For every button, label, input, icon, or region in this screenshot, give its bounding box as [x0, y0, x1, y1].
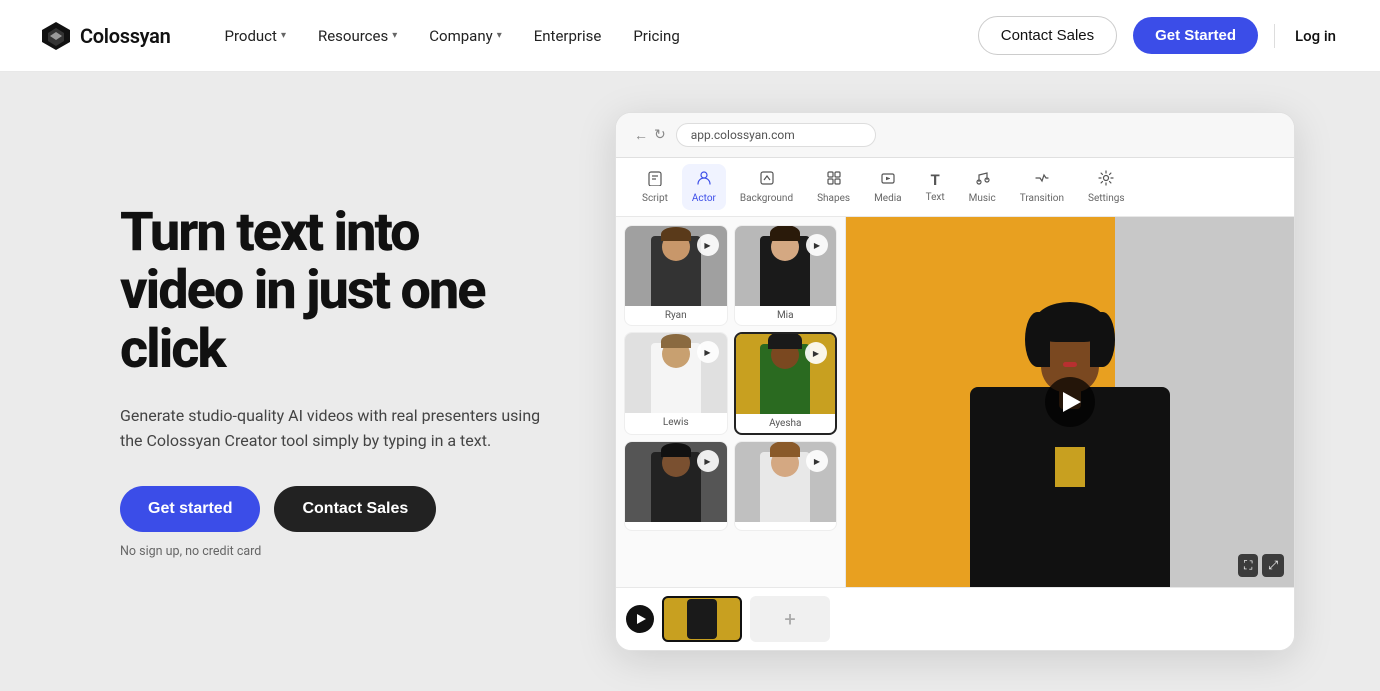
media-label: Media — [874, 193, 902, 204]
toolbar-text[interactable]: T Text — [916, 165, 955, 209]
nav-item-enterprise[interactable]: Enterprise — [520, 19, 616, 53]
nav-item-pricing[interactable]: Pricing — [619, 19, 693, 53]
chevron-down-icon: ▾ — [281, 30, 286, 41]
actor-name-ryan: Ryan — [625, 306, 727, 325]
expand-icon[interactable]: ⤢ — [1262, 554, 1284, 577]
presenter-hair-right — [1090, 312, 1115, 367]
video-controls: ⛶ ⤢ — [1238, 554, 1284, 577]
actor-card-6[interactable]: ▶ — [734, 441, 838, 531]
refresh-icon[interactable]: ↻ — [654, 127, 666, 143]
nav-item-company[interactable]: Company ▾ — [415, 19, 515, 53]
hero-content: Turn text into video in just one click G… — [120, 204, 550, 559]
actor-card-lewis[interactable]: ▶ Lewis — [624, 332, 728, 435]
nav-actions: Contact Sales Get Started Log in — [978, 16, 1340, 55]
app-toolbar: Script Actor Background — [616, 158, 1294, 217]
get-started-nav-button[interactable]: Get Started — [1133, 17, 1258, 54]
presenter-shirt — [1055, 447, 1085, 487]
toolbar-actor[interactable]: Actor — [682, 164, 726, 210]
nav-links: Product ▾ Resources ▾ Company ▾ Enterpri… — [210, 19, 977, 53]
actor-panel: ▶ Ryan ▶ Mia — [616, 217, 846, 587]
hero-section: Turn text into video in just one click G… — [0, 72, 1380, 691]
presenter-hair-left — [1025, 312, 1050, 367]
text-label: Text — [926, 192, 945, 203]
actor-name-lewis: Lewis — [625, 413, 727, 432]
timeline-add-clip-button[interactable]: + — [750, 596, 830, 642]
toolbar-settings[interactable]: Settings — [1078, 164, 1135, 210]
nav-item-resources[interactable]: Resources ▾ — [304, 19, 411, 53]
settings-label: Settings — [1088, 193, 1125, 204]
actor-name-5 — [625, 522, 727, 530]
app-window: ← ↻ app.colossyan.com Script Actor — [615, 112, 1295, 651]
hero-buttons: Get started Contact Sales — [120, 486, 550, 532]
hero-note: No sign up, no credit card — [120, 544, 550, 559]
chevron-down-icon: ▾ — [497, 30, 502, 41]
contact-sales-button[interactable]: Contact Sales — [978, 16, 1117, 55]
hero-app-preview: ← ↻ app.colossyan.com Script Actor — [610, 112, 1300, 651]
video-play-button[interactable] — [1045, 377, 1095, 427]
timeline-clip-1-preview — [687, 599, 717, 639]
actor-name-6 — [735, 522, 837, 530]
video-preview: ⛶ ⤢ — [846, 217, 1294, 587]
app-main-content: ▶ Ryan ▶ Mia — [616, 217, 1294, 587]
toolbar-transition[interactable]: Transition — [1010, 164, 1074, 210]
settings-icon — [1098, 170, 1114, 190]
actor-card-5[interactable]: ▶ — [624, 441, 728, 531]
browser-nav-icons: ← ↻ — [634, 127, 666, 144]
presenter-figure — [970, 267, 1170, 587]
hero-contact-sales-button[interactable]: Contact Sales — [274, 486, 436, 532]
logo[interactable]: Colossyan — [40, 20, 170, 52]
timeline: + — [616, 587, 1294, 650]
background-label: Background — [740, 193, 793, 204]
actor-name-mia: Mia — [735, 306, 837, 325]
actor-name-ayesha: Ayesha — [736, 414, 836, 433]
hero-description: Generate studio-quality AI videos with r… — [120, 403, 550, 454]
logo-text: Colossyan — [80, 24, 170, 48]
script-label: Script — [642, 193, 668, 204]
actor-card-ayesha[interactable]: ▶ Ayesha — [734, 332, 838, 435]
shapes-label: Shapes — [817, 193, 850, 204]
chevron-down-icon: ▾ — [392, 30, 397, 41]
hero-get-started-button[interactable]: Get started — [120, 486, 260, 532]
nav-item-product[interactable]: Product ▾ — [210, 19, 299, 53]
timeline-play-icon — [637, 614, 646, 624]
toolbar-music[interactable]: Music — [959, 164, 1006, 210]
nav-divider — [1274, 24, 1275, 48]
browser-chrome: ← ↻ app.colossyan.com — [616, 113, 1294, 158]
background-icon — [759, 170, 775, 190]
presenter-lips — [1063, 362, 1077, 367]
media-icon — [880, 170, 896, 190]
music-icon — [974, 170, 990, 190]
transition-icon — [1034, 170, 1050, 190]
music-label: Music — [969, 193, 996, 204]
actor-play-ayesha[interactable]: ▶ — [805, 342, 827, 364]
hero-title: Turn text into video in just one click — [120, 204, 550, 379]
actor-label: Actor — [692, 193, 716, 204]
actor-card-mia[interactable]: ▶ Mia — [734, 225, 838, 326]
actor-icon — [696, 170, 712, 190]
login-button[interactable]: Log in — [1291, 19, 1340, 53]
text-icon: T — [930, 171, 939, 189]
back-icon[interactable]: ← — [634, 127, 648, 144]
toolbar-shapes[interactable]: Shapes — [807, 164, 860, 210]
actor-play-ryan[interactable]: ▶ — [697, 234, 719, 256]
actor-play-mia[interactable]: ▶ — [806, 234, 828, 256]
shapes-icon — [826, 170, 842, 190]
transition-label: Transition — [1020, 193, 1064, 204]
actor-play-5[interactable]: ▶ — [697, 450, 719, 472]
actor-play-6[interactable]: ▶ — [806, 450, 828, 472]
address-bar[interactable]: app.colossyan.com — [676, 123, 876, 147]
actor-card-ryan[interactable]: ▶ Ryan — [624, 225, 728, 326]
actor-play-lewis[interactable]: ▶ — [697, 341, 719, 363]
fullscreen-icon[interactable]: ⛶ — [1238, 554, 1258, 577]
toolbar-background[interactable]: Background — [730, 164, 803, 210]
timeline-play-button[interactable] — [626, 605, 654, 633]
toolbar-script[interactable]: Script — [632, 164, 678, 210]
play-triangle-icon — [1063, 392, 1081, 412]
navbar: Colossyan Product ▾ Resources ▾ Company … — [0, 0, 1380, 72]
timeline-clip-1[interactable] — [662, 596, 742, 642]
toolbar-media[interactable]: Media — [864, 164, 912, 210]
script-icon — [647, 170, 663, 190]
